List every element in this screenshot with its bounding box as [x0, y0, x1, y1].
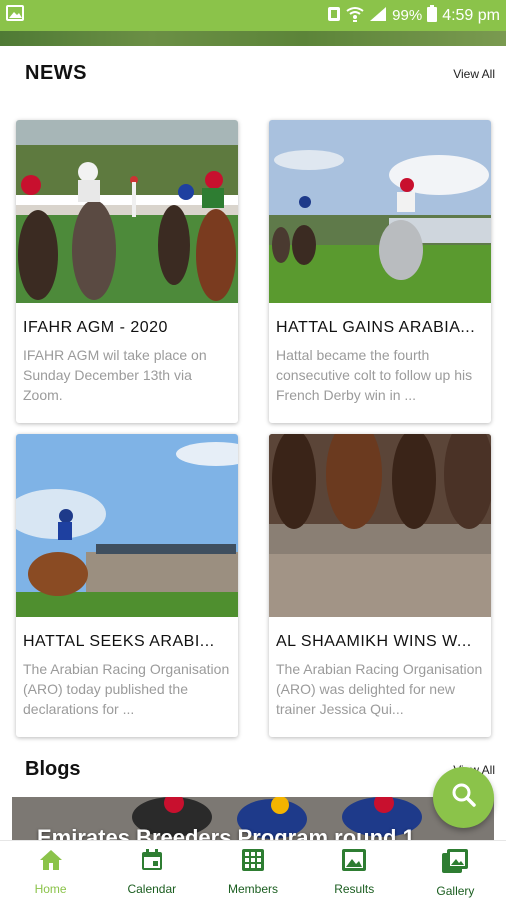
nav-item-results[interactable]: Results [304, 841, 405, 900]
nav-label: Gallery [436, 884, 475, 898]
app-screen: 99% 4:59 pm NEWS View All IFAHR AGM - 20… [0, 0, 506, 900]
signal-icon [369, 6, 387, 26]
search-icon [451, 782, 477, 813]
calendar-icon [141, 849, 163, 876]
news-section-title: NEWS [25, 62, 87, 84]
news-card-excerpt: The Arabian Racing Organ­isation (ARO) t… [23, 661, 230, 717]
status-bar: 99% 4:59 pm [0, 0, 506, 31]
image-icon [6, 5, 24, 26]
clock: 4:59 pm [442, 6, 500, 24]
image-icon [342, 849, 367, 876]
news-card[interactable]: AL SHAAMIKH WINS W... The Arabian Racing… [269, 434, 491, 737]
battery-percentage: 99% [392, 7, 423, 24]
nav-label: Results [334, 882, 375, 896]
news-card-excerpt: The Arabian Racing Organ­isation (ARO) w… [276, 661, 483, 717]
news-card-title: IFAHR AGM - 2020 [23, 319, 168, 336]
search-fab-button[interactable] [433, 767, 494, 828]
nav-label: Calendar [127, 882, 177, 896]
news-card-image [269, 120, 491, 303]
blogs-header: Blogs View All [25, 758, 495, 781]
news-view-all-link[interactable]: View All [453, 67, 495, 81]
nav-item-members[interactable]: Members [202, 841, 303, 900]
news-card-image [16, 120, 238, 303]
bottom-navigation: Home Calendar Members Results Gallery [0, 840, 506, 900]
nav-item-home[interactable]: Home [0, 841, 101, 900]
news-card[interactable]: HATTAL GAINS ARABIA... Hattal became the… [269, 120, 491, 423]
news-card-title: HATTAL SEEKS ARABI... [23, 633, 215, 650]
news-card[interactable]: HATTAL SEEKS ARABI... The Arabian Racing… [16, 434, 238, 737]
nav-item-calendar[interactable]: Calendar [101, 841, 202, 900]
header-image-strip [0, 31, 506, 46]
battery-icon [427, 5, 438, 26]
home-icon [39, 849, 63, 876]
news-card-image [269, 434, 491, 617]
nfc-icon [327, 6, 341, 26]
nav-label: Home [34, 882, 67, 896]
news-header: NEWS View All [25, 62, 495, 85]
news-card-title: AL SHAAMIKH WINS W... [276, 633, 472, 650]
blogs-section-title: Blogs [25, 758, 81, 780]
nav-label: Members [228, 882, 279, 896]
wifi-icon [346, 6, 364, 26]
news-card-excerpt: IFAHR AGM wil take place on Sunday Decem… [23, 347, 207, 403]
news-card-title: HATTAL GAINS ARABIA... [276, 319, 476, 336]
news-card-excerpt: Hattal became the fourth consecutive col… [276, 347, 473, 403]
news-card-image [16, 434, 238, 617]
news-card[interactable]: IFAHR AGM - 2020 IFAHR AGM wil take plac… [16, 120, 238, 423]
grid-icon [242, 849, 264, 876]
gallery-icon [442, 849, 469, 878]
nav-item-gallery[interactable]: Gallery [405, 841, 506, 900]
